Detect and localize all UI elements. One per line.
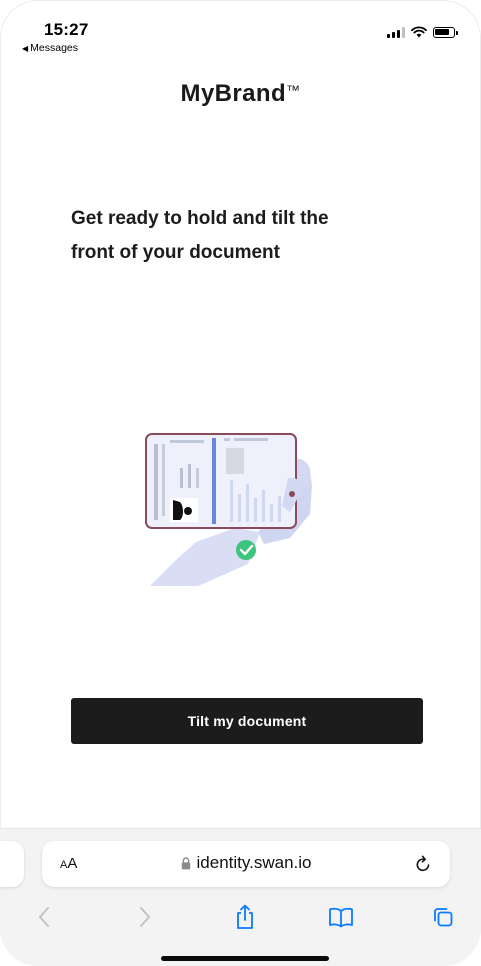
bookmarks-icon bbox=[329, 907, 353, 928]
status-bar: 15:27 ◀ Messages bbox=[0, 0, 481, 60]
tabs-button[interactable] bbox=[429, 903, 457, 931]
share-icon bbox=[237, 904, 253, 929]
back-chevron-icon bbox=[39, 907, 49, 927]
bookmarks-button[interactable] bbox=[327, 903, 355, 931]
text-size-large-a: A bbox=[67, 855, 78, 872]
lock-icon bbox=[181, 856, 190, 869]
status-icons bbox=[387, 26, 458, 38]
reload-button[interactable] bbox=[412, 853, 434, 875]
battery-icon bbox=[433, 26, 458, 38]
back-triangle-icon: ◀ bbox=[22, 43, 29, 53]
brand-name: MyBrand bbox=[180, 80, 287, 107]
instruction-heading-line-1: Get ready to hold and tilt the bbox=[71, 208, 329, 229]
brand-logo: MyBrand™ bbox=[0, 80, 481, 108]
tabs-icon bbox=[434, 908, 453, 927]
back-button[interactable] bbox=[30, 903, 58, 931]
hand-holding-id-document-icon bbox=[140, 420, 330, 595]
tilt-document-button[interactable]: Tilt my document bbox=[71, 698, 423, 744]
share-button[interactable] bbox=[231, 903, 259, 931]
forward-button[interactable] bbox=[131, 903, 159, 931]
cellular-signal-icon bbox=[387, 26, 405, 38]
url-display: identity.swan.io bbox=[42, 853, 450, 873]
instruction-heading: Get ready to hold and tilt the front of … bbox=[71, 202, 401, 270]
previous-tab-preview[interactable] bbox=[0, 841, 24, 887]
trademark-mark: ™ bbox=[286, 82, 301, 98]
wifi-icon bbox=[411, 26, 427, 38]
browser-toolbar bbox=[0, 899, 481, 935]
instruction-heading-line-2: front of your document bbox=[71, 242, 280, 263]
home-indicator[interactable] bbox=[161, 956, 329, 961]
text-size-button[interactable]: AA bbox=[60, 855, 77, 872]
phone-screen: 15:27 ◀ Messages MyBrand™ Get ready to h… bbox=[0, 0, 481, 966]
forward-chevron-icon bbox=[140, 907, 150, 927]
back-to-messages[interactable]: ◀ Messages bbox=[22, 42, 78, 54]
status-time: 15:27 bbox=[44, 20, 89, 39]
back-to-messages-label: Messages bbox=[30, 42, 79, 54]
reload-icon bbox=[416, 855, 430, 872]
url-text[interactable]: identity.swan.io bbox=[197, 853, 312, 873]
address-bar[interactable]: AA identity.swan.io bbox=[42, 841, 450, 887]
browser-bottom-bar: AA identity.swan.io bbox=[0, 828, 481, 966]
